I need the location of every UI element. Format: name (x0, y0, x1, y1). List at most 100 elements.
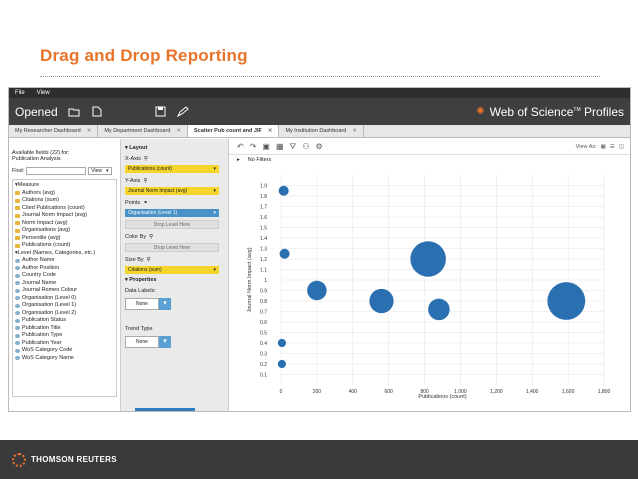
measure-item[interactable]: Publications (count) (15, 242, 114, 250)
measure-item[interactable]: Norm Impact (avg) (15, 220, 114, 228)
level-item[interactable]: WoS Category Name (15, 355, 114, 363)
trend-select[interactable]: None ▾ (125, 336, 224, 348)
tab-institution-dashboard[interactable]: My Institution Dashboard ✕ (279, 125, 364, 137)
measure-group[interactable]: ▾ Measure (15, 182, 114, 190)
level-item[interactable]: Publication Status (15, 317, 114, 325)
save-icon[interactable] (154, 106, 167, 117)
undo-icon[interactable]: ↶ (237, 142, 244, 151)
xaxis-pill[interactable]: Publications (count) ▾ (125, 165, 219, 173)
yaxis-pill[interactable]: Journal Norm Impact (avg) ▾ (125, 187, 219, 195)
level-item[interactable]: Organisation (Level 1) (15, 302, 114, 310)
panel-icon[interactable]: ▣ (262, 142, 270, 151)
level-label: Organisation (Level 2) (22, 309, 77, 316)
sizeby-text: Size By (125, 257, 144, 263)
level-item[interactable]: Author Name (15, 257, 114, 265)
measure-item[interactable]: Cited Publications (count) (15, 205, 114, 213)
list-view-icon[interactable]: ☰ (610, 144, 615, 150)
level-item[interactable]: Publication Title (15, 325, 114, 333)
data-point[interactable] (277, 359, 286, 369)
fields-panel: Available fields (22) for: Publication A… (9, 139, 121, 411)
level-item[interactable]: Author Position (15, 265, 114, 273)
measure-item[interactable]: Authors (avg) (15, 190, 114, 198)
close-icon[interactable]: ✕ (352, 128, 357, 134)
level-item[interactable]: Organisation (Level 0) (15, 295, 114, 303)
level-icon (15, 326, 20, 331)
data-point[interactable] (277, 338, 286, 348)
folder-icon[interactable] (68, 106, 81, 117)
filters-bar[interactable]: ▸ No Filters (229, 155, 630, 165)
redo-icon[interactable]: ↷ (250, 142, 257, 151)
level-item[interactable]: Organisation (Level 2) (15, 310, 114, 318)
measure-item[interactable]: Citations (sum) (15, 197, 114, 205)
ytick-label: 1.8 (260, 194, 267, 200)
measure-label: Percentile (avg) (22, 234, 61, 241)
level-item[interactable]: Publication Type (15, 332, 114, 340)
ytick-label: 0.7 (260, 310, 267, 316)
datalabels-select[interactable]: None ▾ (125, 298, 224, 310)
tab-scatter-pub[interactable]: Scatter Pub count and JIF ✕ (187, 125, 280, 137)
close-icon[interactable]: ✕ (176, 128, 181, 134)
level-group[interactable]: ▾ Level (Names, Categories, etc.) (15, 250, 114, 258)
measure-item[interactable]: Organisations (avg) (15, 227, 114, 235)
yaxis-text: Y-Axis (125, 178, 141, 184)
data-point[interactable] (410, 241, 446, 277)
data-point[interactable] (369, 288, 394, 314)
ytick-label: 1 (264, 278, 267, 284)
menu-view[interactable]: View (37, 90, 50, 96)
points-pill[interactable]: Organisation (Level 1) ▾ (125, 209, 219, 217)
yaxis-value: Journal Norm Impact (avg) (128, 188, 188, 194)
edit-icon[interactable] (177, 106, 190, 117)
grid-icon[interactable]: ▦ (276, 142, 284, 151)
table-view-icon[interactable]: ▦ (601, 144, 606, 150)
level-label: Publication Type (22, 332, 63, 338)
new-document-icon[interactable] (91, 106, 104, 117)
ytick-label: 0.4 (260, 341, 267, 347)
level-item[interactable]: Country Code (15, 272, 114, 280)
find-input[interactable] (26, 167, 87, 175)
tab-researcher-dashboard[interactable]: My Researcher Dashboard ✕ (9, 125, 99, 137)
data-point[interactable] (279, 248, 290, 259)
data-point[interactable] (278, 185, 289, 196)
xtick-label: 400 (349, 389, 358, 395)
view-as-group: View As: ▦ ☰ ◫ (576, 144, 630, 150)
level-item[interactable]: Journal Romeo Colour (15, 287, 114, 295)
level-item[interactable]: Publication Year (15, 340, 114, 348)
level-item[interactable]: WoS Category Code (15, 347, 114, 355)
data-point[interactable] (547, 282, 586, 320)
tab-department-dashboard[interactable]: My Department Dashboard ✕ (98, 125, 188, 137)
menu-file[interactable]: File (15, 90, 25, 96)
chevron-down-icon: ▾ (105, 168, 109, 174)
scroll-indicator[interactable] (135, 408, 195, 411)
filter-icon[interactable]: ⛛ (290, 142, 297, 152)
measure-label: Citations (sum) (22, 197, 59, 203)
drop-level-zone[interactable]: Drop Level Here (125, 220, 219, 229)
measure-item[interactable]: Journal Norm Impact (avg) (15, 212, 114, 220)
measure-icon (15, 221, 20, 226)
datalabels-label: Data Labels: (125, 288, 156, 294)
expand-icon: ▸ (237, 157, 240, 163)
layout-section[interactable]: ▾ Layout (125, 145, 224, 151)
level-item[interactable]: Journal Name (15, 280, 114, 288)
xtick-label: 1,800 (598, 389, 611, 395)
data-point[interactable] (428, 298, 450, 321)
brand-name: Web of Science (489, 104, 574, 119)
chart-view-icon[interactable]: ◫ (619, 144, 624, 150)
axis-icon: ⚲ (149, 234, 154, 240)
view-dropdown[interactable]: View ▾ (88, 167, 112, 175)
close-icon[interactable]: ✕ (268, 128, 273, 134)
data-point[interactable] (307, 280, 327, 301)
level-icon (15, 341, 20, 346)
person-icon[interactable]: ⚇ (302, 142, 309, 151)
properties-section[interactable]: ▾ Properties (125, 277, 224, 283)
close-icon[interactable]: ✕ (87, 128, 92, 134)
config-panel: ▾ Layout X-Axis ⚲ Publications (count) ▾ Y… (121, 139, 229, 411)
sizeby-pill[interactable]: Citations (sum) ▾ (125, 266, 219, 274)
brand-profiles: Profiles (580, 104, 624, 119)
measure-item[interactable]: Percentile (avg) (15, 235, 114, 243)
settings-icon[interactable]: ⚙ (315, 142, 322, 151)
xtick-label: 1,200 (490, 389, 503, 395)
colorby-drop-zone[interactable]: Drop Level Here (125, 243, 219, 252)
level-label: Journal Romeo Colour (22, 287, 78, 293)
ytick-label: 1.6 (260, 215, 267, 221)
measure-icon (15, 243, 20, 248)
